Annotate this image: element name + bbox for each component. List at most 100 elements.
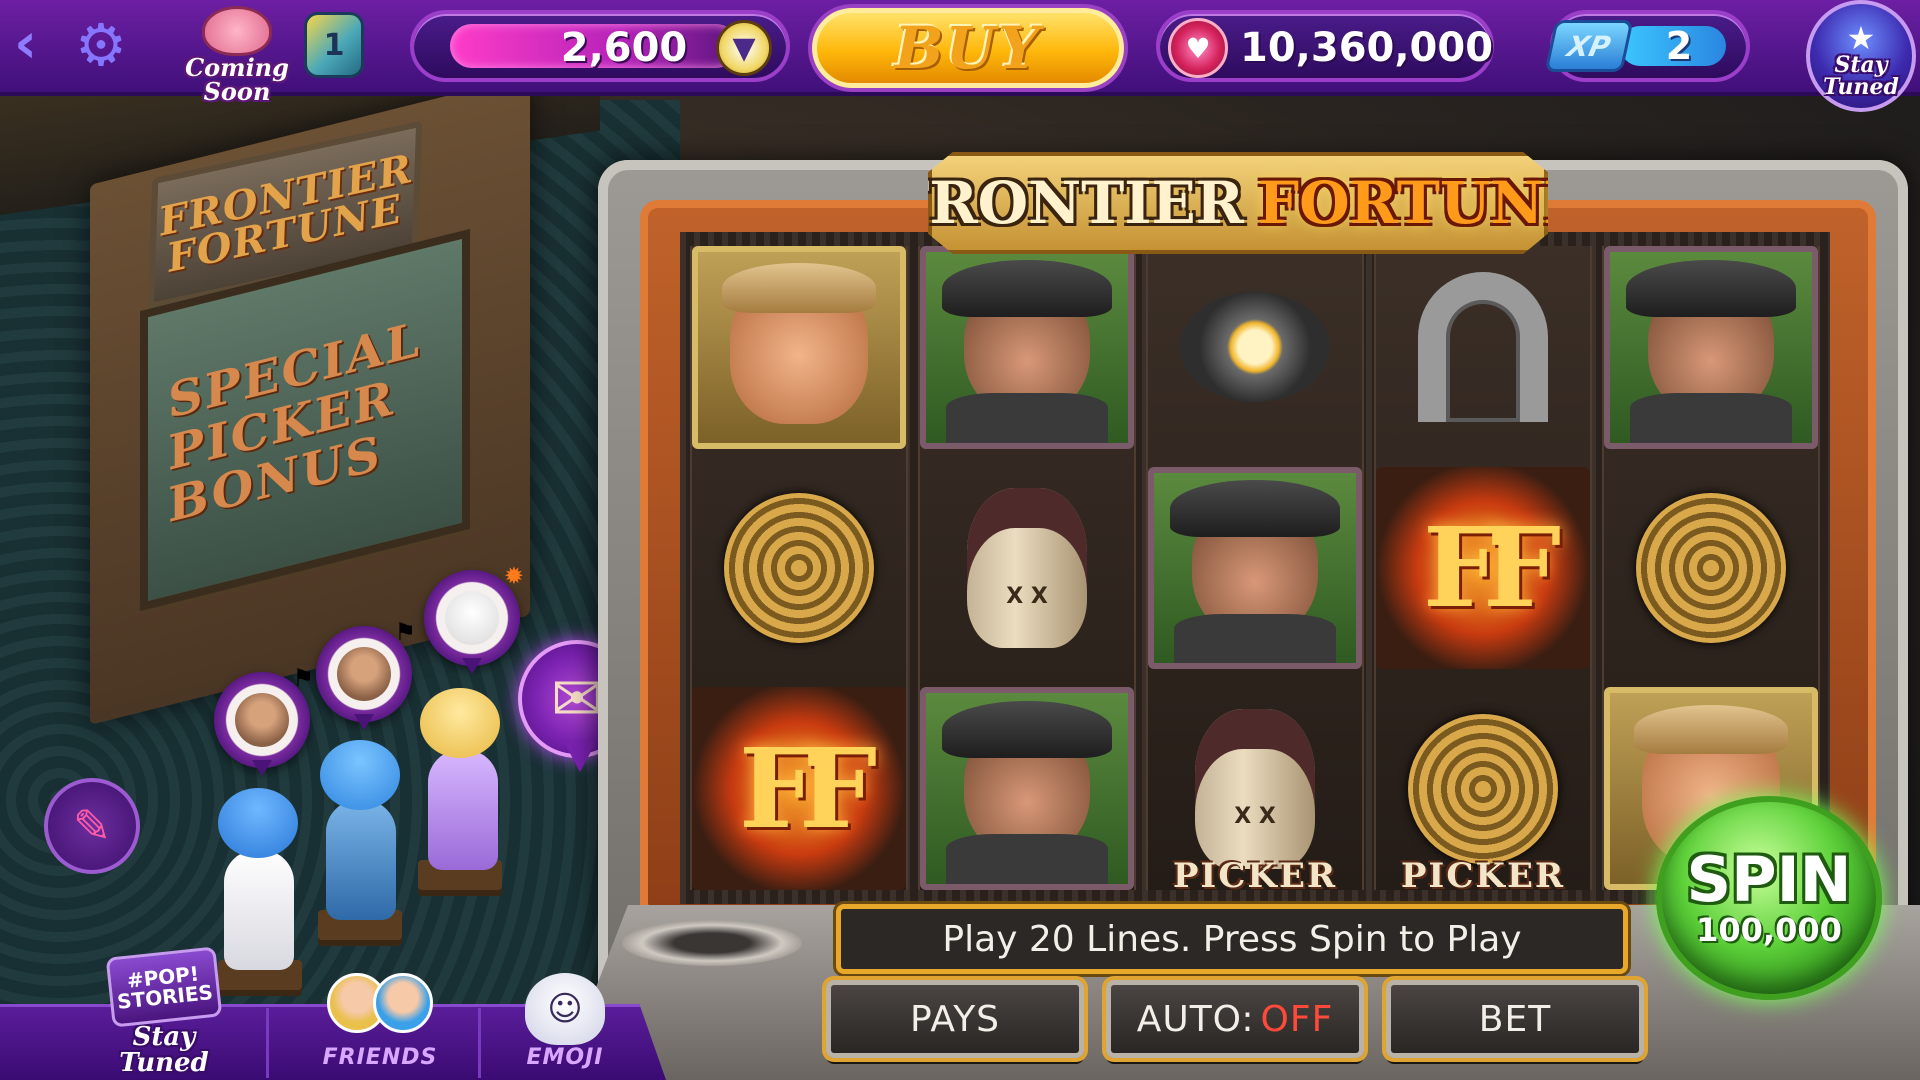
diamond-coin-icon: ▼: [716, 20, 772, 76]
player-profile-pin[interactable]: ⚑: [316, 620, 416, 730]
player-avatar-head[interactable]: [218, 788, 298, 858]
player-avatar-body[interactable]: [224, 850, 294, 970]
lasso-icon: [1408, 713, 1558, 864]
bandit-symbol: [1604, 246, 1818, 449]
top-bar: ‹ ⚙ Coming Soon 1 2,600 ▼ BUY ♥ 10,360,0…: [0, 0, 1920, 112]
gems-balance[interactable]: 2,600 ▼: [410, 10, 790, 82]
player-profile-pin[interactable]: ✹: [424, 564, 524, 674]
picker-label: PICKER: [1172, 856, 1338, 890]
pushpin-icon: ✎: [72, 799, 112, 853]
jug-mark: X X: [1234, 804, 1276, 830]
pop-stories-text: #POP! STORIES: [116, 961, 215, 1014]
chevron-left-icon: ‹: [14, 11, 38, 76]
spin-label: SPIN: [1686, 843, 1852, 916]
cowboy-hat: [1634, 704, 1788, 755]
bet-button[interactable]: BET: [1386, 980, 1644, 1058]
lasso-icon: [1636, 492, 1786, 643]
nav-friends-button[interactable]: FRIENDS: [300, 973, 460, 1070]
reel-5: [1602, 246, 1820, 890]
stay-tuned-button[interactable]: ★ Stay Tuned: [1806, 0, 1916, 112]
nav-emoji-label: EMOJI: [526, 1045, 604, 1070]
back-button[interactable]: ‹: [14, 16, 54, 72]
picker-label: PICKER: [1400, 856, 1566, 890]
coins-balance[interactable]: ♥ 10,360,000: [1156, 10, 1494, 82]
pushpin-button[interactable]: ✎: [44, 778, 140, 874]
coin-tray: [622, 920, 802, 966]
reel-window: FF X X X X PICKER FF PICKER: [680, 232, 1830, 904]
emoji-ghost-icon: ☺: [525, 973, 605, 1045]
player-avatar-head[interactable]: [320, 740, 400, 810]
jug-icon: [1195, 708, 1315, 869]
nav-stories-label: Stay Tuned: [119, 1022, 209, 1078]
reel-4: FF PICKER: [1374, 246, 1592, 890]
auto-spin-button[interactable]: AUTO: OFF: [1106, 980, 1364, 1058]
spin-button[interactable]: SPIN 100,000: [1656, 796, 1882, 1000]
player-photo: [235, 693, 289, 747]
game-title-banner: FRONTIER FORTUNE: [928, 152, 1548, 254]
piggy-bank-label: Coming Soon: [185, 53, 289, 106]
frying-pan-symbol: [1148, 246, 1362, 449]
bandit-symbol: [1148, 466, 1362, 670]
background-machine-screen-text: SPECIAL PICKER BONUS: [168, 311, 421, 535]
bet-label: BET: [1478, 998, 1552, 1040]
sun-flag-icon: ✹: [503, 562, 524, 590]
gems-value: 2,600: [560, 25, 688, 71]
player-avatar-head[interactable]: [420, 688, 500, 758]
envelope-heart-icon: ✉: [551, 662, 603, 735]
nav-divider: [478, 1008, 481, 1078]
pop-stories-badge: #POP! STORIES: [105, 946, 223, 1028]
nav-emoji-button[interactable]: ☺ EMOJI: [510, 973, 620, 1070]
settings-button[interactable]: ⚙: [70, 14, 132, 76]
reel-1: FF: [690, 246, 908, 890]
ff-symbol-text: FF: [738, 723, 877, 853]
pays-button[interactable]: PAYS: [826, 980, 1084, 1058]
player-avatar-body[interactable]: [326, 800, 396, 920]
nav-stories-button[interactable]: #POP! STORIES Stay Tuned: [104, 946, 224, 1076]
player-photo: [337, 647, 391, 701]
stay-tuned-label: Stay Tuned: [1823, 52, 1899, 100]
sheriff-symbol: [692, 246, 906, 449]
star-icon: ★: [1846, 19, 1876, 57]
nav-divider: [266, 1008, 269, 1078]
jug-icon: [967, 487, 1087, 648]
game-screen: FRONTIER FORTUNE SPECIAL PICKER BONUS ⚑ …: [0, 0, 1920, 1080]
us-flag-icon: ⚑: [292, 664, 314, 692]
nav-friends-label: FRIENDS: [322, 1045, 438, 1070]
xp-meter[interactable]: XP 2: [1544, 10, 1750, 82]
bandit-coat: [1174, 613, 1336, 664]
player-profile-pin[interactable]: ⚑: [214, 666, 314, 776]
horseshoe-symbol: [1376, 246, 1590, 449]
xp-icon: XP: [1544, 20, 1634, 72]
coins-value: 10,360,000: [1240, 25, 1494, 71]
message-bar: Play 20 Lines. Press Spin to Play: [836, 904, 1628, 974]
moonshine-jug-symbol: X X PICKER: [1148, 687, 1362, 890]
reel-2: X X: [918, 246, 1136, 890]
lasso-symbol: [692, 467, 906, 670]
xp-value: 2: [1665, 24, 1693, 68]
chip-coin-icon: ♥: [1168, 18, 1228, 78]
ff-symbol-text: FF: [1422, 502, 1561, 632]
moonshine-jug-symbol: X X: [920, 467, 1134, 670]
black-hat: [942, 700, 1112, 759]
frying-pan-icon: [1180, 292, 1330, 403]
reel-3: X X PICKER: [1146, 246, 1364, 890]
us-flag-icon: ⚑: [394, 618, 416, 646]
lasso-icon: [724, 492, 874, 643]
lasso-symbol: [1604, 467, 1818, 670]
lasso-symbol: PICKER: [1376, 687, 1590, 890]
friend-avatar: [373, 973, 433, 1033]
cowboy-hat: [722, 263, 876, 313]
bandit-coat: [946, 834, 1108, 884]
level-badge[interactable]: 1: [304, 12, 364, 78]
player-avatar-body[interactable]: [428, 750, 498, 870]
auto-label: AUTO:: [1136, 998, 1255, 1040]
ff-scatter-symbol: FF: [1376, 466, 1590, 670]
bandit-symbol: [920, 246, 1134, 449]
piggy-bank-button[interactable]: Coming Soon: [182, 6, 292, 110]
player-photo: [445, 591, 499, 645]
game-title-part1: FRONTIER: [888, 169, 1244, 237]
black-hat: [942, 259, 1112, 317]
level-number: 1: [323, 27, 345, 63]
black-hat: [1170, 480, 1340, 538]
buy-button[interactable]: BUY: [812, 8, 1124, 88]
